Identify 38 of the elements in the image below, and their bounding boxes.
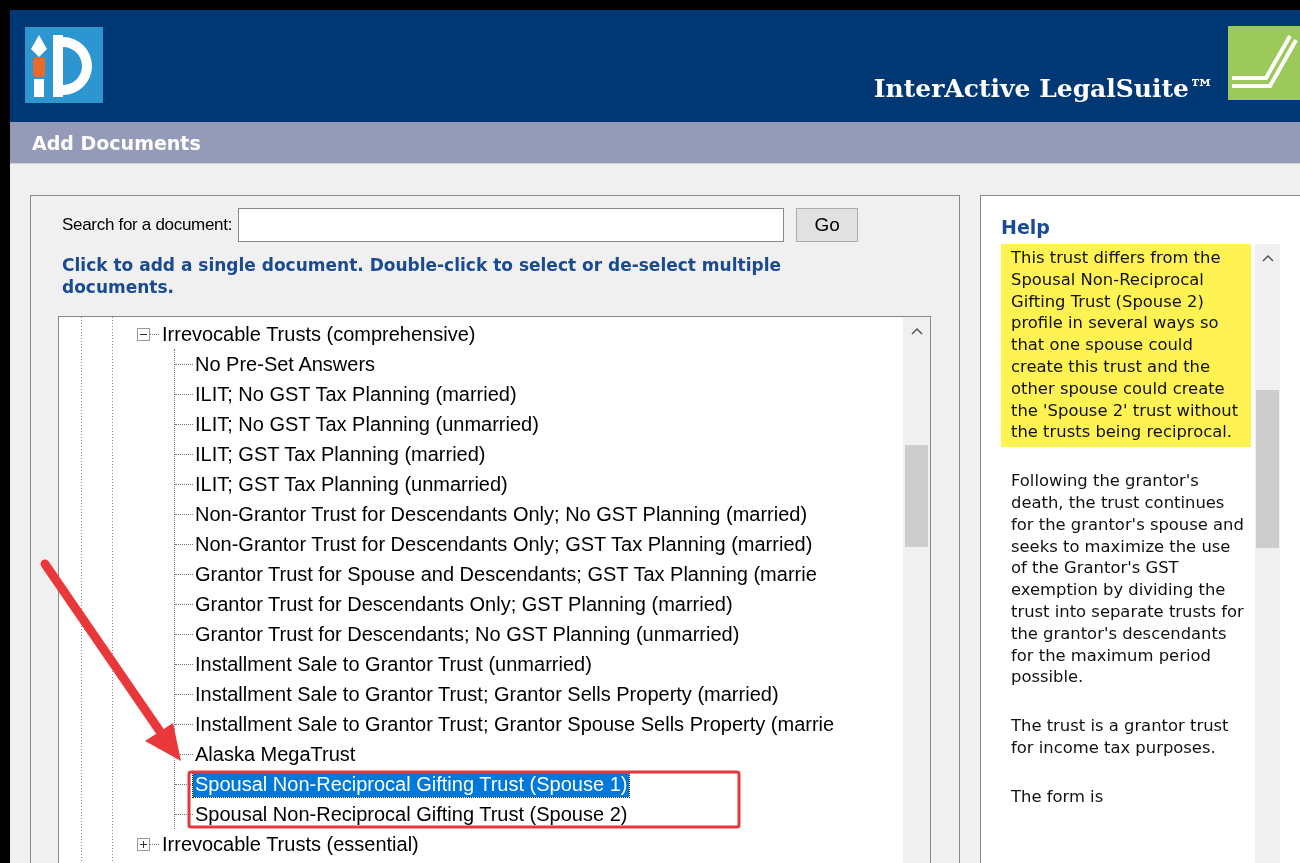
tree-folder[interactable]: Irrevocable Trusts (comprehensive) — [159, 322, 476, 346]
help-paragraph: The trust is a grantor trust for income tax purposes. — [1010, 715, 1230, 759]
tree-item[interactable]: Non-Grantor Trust for Descendants Only; No GST Planning (married) — [193, 501, 810, 527]
logo-icon — [25, 27, 103, 103]
chevron-up-icon[interactable] — [1261, 254, 1274, 262]
help-paragraph: The form is — [1010, 785, 1105, 808]
tree-item[interactable]: Grantor Trust for Spouse and Descendants; GST Tax Planning (marrie — [193, 561, 819, 587]
instructions-text: Click to add a single document. Double-click to select or de-select multiple documents. — [62, 254, 782, 298]
go-button[interactable]: Go — [796, 208, 859, 242]
chevron-up-icon[interactable] — [910, 327, 923, 335]
scrollbar[interactable] — [1255, 244, 1280, 863]
expand-icon[interactable] — [137, 837, 150, 851]
page-title: Add Documents — [10, 122, 1300, 164]
tree-item[interactable]: Installment Sale to Grantor Trust; Grantor Spouse Sells Property (marrie — [193, 711, 837, 737]
tree-item[interactable]: Installment Sale to Grantor Trust (unmarried) — [193, 651, 594, 677]
help-title: Help — [1001, 216, 1051, 238]
tree-item[interactable]: ILIT; No GST Tax Planning (married) — [193, 381, 519, 407]
tree-item[interactable]: Non-Grantor Trust for Descendants Only; GST Tax Planning (married) — [193, 531, 815, 557]
tree-item[interactable]: ILIT; GST Tax Planning (unmarried) — [193, 471, 510, 497]
search-label: Search for a document: — [62, 215, 233, 235]
tree-folder[interactable]: Irrevocable Trusts (essential) — [159, 832, 419, 856]
scrollbar[interactable] — [903, 317, 930, 863]
search-field[interactable] — [238, 208, 785, 242]
tree-item[interactable]: No Pre-Set Answers — [193, 351, 378, 377]
logo-icon — [1228, 26, 1300, 100]
scroll-thumb[interactable] — [1256, 390, 1279, 548]
collapse-icon[interactable] — [137, 327, 150, 341]
tree-item[interactable]: Spousal Non-Reciprocal Gifting Trust (Spouse 2) — [193, 801, 630, 827]
help-paragraph: This trust differs from the Spousal Non-Reciprocal Gifting Trust (Spouse 2) profile in several ways so that one spouse could create this trust and the other spouse could create the 'Spouse 2' trust without the trusts being reciprocal. — [1001, 244, 1251, 448]
product-name: InterActive LegalSuite™ — [873, 74, 1214, 103]
tree-item[interactable]: Grantor Trust for Descendants; No GST Planning (unmarried) — [193, 621, 742, 647]
help-paragraph: Following the grantor's death, the trust continues for the grantor's spouse and seeks to maximize the use of the Grantor's GST exemption by dividing the trust into separate trusts for the grantor's descendants for the maximum period possible. — [1010, 470, 1245, 689]
tree-item[interactable]: Alaska MegaTrust — [193, 741, 358, 767]
tree-item[interactable]: Grantor Trust for Descendants Only; GST Planning (married) — [193, 591, 735, 617]
tree-item[interactable]: ILIT; No GST Tax Planning (unmarried) — [193, 411, 541, 437]
scroll-thumb[interactable] — [905, 445, 928, 547]
tree-item[interactable]: Installment Sale to Grantor Trust; Grantor Sells Property (married) — [193, 681, 781, 707]
tree-item[interactable]: ILIT; GST Tax Planning (married) — [193, 441, 488, 467]
